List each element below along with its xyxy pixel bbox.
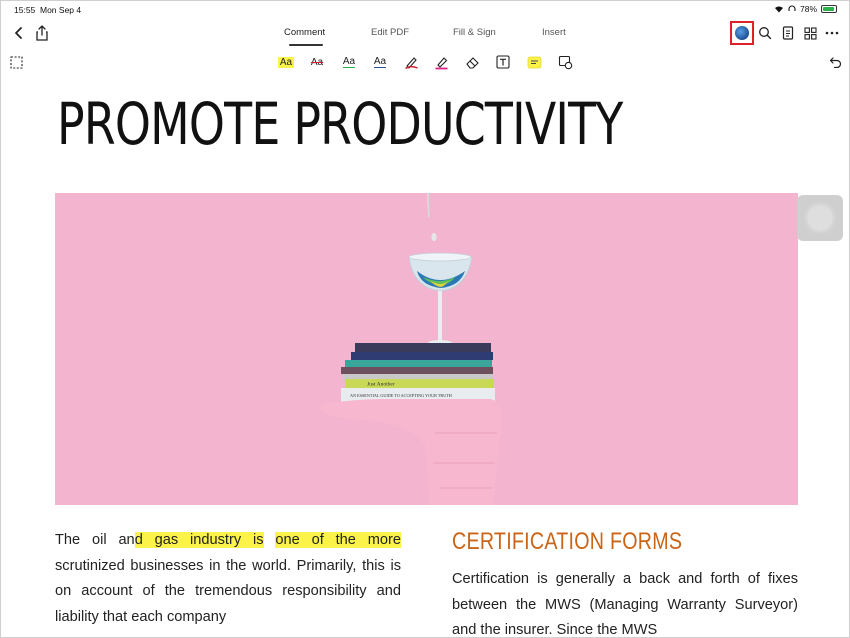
status-bar: 15:55 Mon Sep 4 78% [1, 1, 849, 19]
wifi-icon [774, 5, 784, 13]
document-title[interactable]: PROMOTE PRODUCTIVITY [57, 84, 623, 164]
tab-fill-sign[interactable]: Fill & Sign [453, 27, 496, 38]
mode-tabs: Comment Edit PDF Fill & Sign Insert [1, 19, 849, 47]
status-time: 15:55 [14, 5, 36, 15]
right-column-text[interactable]: Certification is generally a back and fo… [452, 567, 798, 637]
eraser-icon[interactable] [463, 53, 481, 71]
highlight-d[interactable]: d [134, 532, 143, 548]
squiggly-underline-text-tool[interactable]: Aa [371, 53, 389, 71]
search-icon[interactable] [755, 23, 775, 43]
undo-icon[interactable] [826, 53, 844, 71]
book-spine-2: AN ESSENTIAL GUIDE TO ACCEPTING YOUR TRU… [350, 393, 452, 398]
avatar-button[interactable] [730, 21, 754, 45]
certification-heading[interactable]: CERTIFICATION FORMS [452, 528, 682, 556]
highlighted-text-2[interactable]: one of the more [275, 532, 401, 548]
highlight-text-sample: Aa [277, 56, 295, 68]
strikethrough-text-sample: Aa [310, 56, 324, 68]
left-column-text[interactable]: The oil and gas industry is one of the m… [55, 528, 401, 630]
pdf-editor-window: 15:55 Mon Sep 4 78% Comment Edit PDF Fil… [0, 0, 850, 638]
shape-icon[interactable] [556, 53, 574, 71]
avatar-icon [735, 26, 749, 40]
battery-percent: 78% [799, 4, 817, 14]
highlighter-icon[interactable] [432, 53, 450, 71]
tab-insert[interactable]: Insert [542, 27, 566, 38]
annotation-toolbar: Aa Aa Aa Aa [1, 49, 849, 75]
squiggly-text-sample: Aa [373, 56, 387, 68]
tab-edit-pdf[interactable]: Edit PDF [371, 27, 409, 38]
marquee-select-icon[interactable] [7, 53, 25, 71]
textbox-icon[interactable] [494, 53, 512, 71]
underline-text-sample: Aa [342, 56, 356, 68]
battery-icon [821, 5, 837, 13]
highlight-gap [264, 532, 276, 548]
pages-icon[interactable] [778, 23, 798, 43]
paragraph-text-rest: scrutinized businesses in the world. Pri… [55, 557, 401, 625]
hero-image[interactable]: Just Another AN ESSENTIAL GUIDE TO ACCEP… [55, 193, 798, 505]
sticky-note-icon[interactable] [525, 53, 543, 71]
paragraph-text: The oil an [55, 532, 135, 548]
book-spine-1: Just Another [367, 382, 395, 388]
floating-scroll-knob[interactable] [797, 195, 843, 241]
underline-text-tool[interactable]: Aa [340, 53, 358, 71]
top-toolbar: Comment Edit PDF Fill & Sign Insert [1, 19, 849, 47]
headphones-icon [788, 5, 796, 13]
highlighted-text-1[interactable]: gas industry is [142, 532, 264, 548]
tab-comment[interactable]: Comment [284, 27, 325, 38]
more-icon[interactable] [822, 23, 842, 43]
pen-icon[interactable] [402, 53, 420, 71]
strikethrough-text-tool[interactable]: Aa [308, 53, 326, 71]
status-right: 78% [774, 4, 837, 14]
grid-icon[interactable] [800, 23, 820, 43]
highlight-text-tool[interactable]: Aa [277, 53, 295, 71]
hero-illustration: Just Another AN ESSENTIAL GUIDE TO ACCEP… [320, 193, 503, 505]
active-tab-indicator [289, 44, 323, 46]
status-date: Mon Sep 4 [40, 5, 82, 15]
